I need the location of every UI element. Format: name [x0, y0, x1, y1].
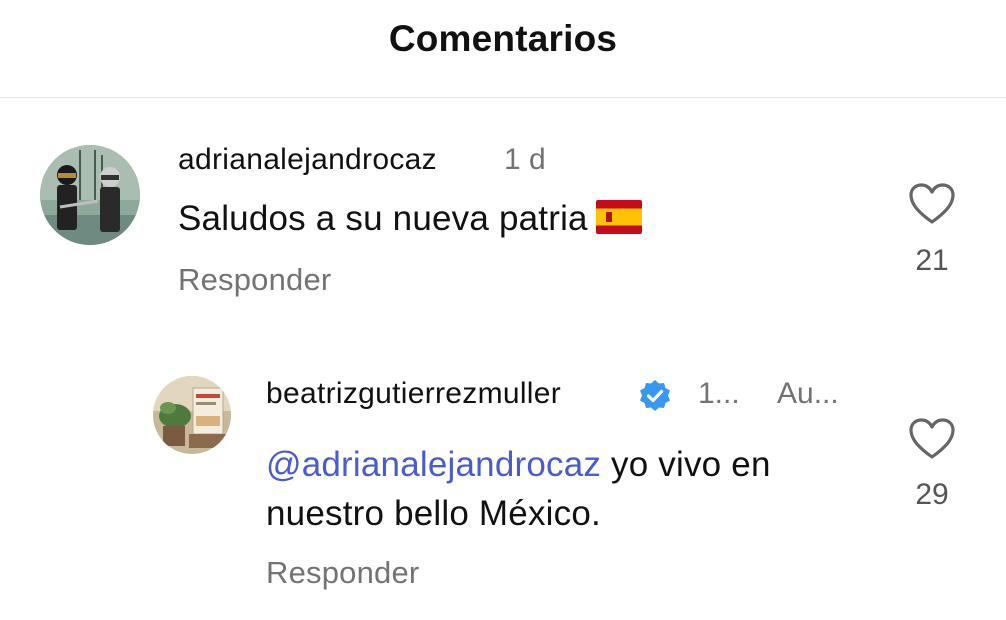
reply-text-line2: nuestro bello México. — [266, 494, 601, 533]
reply-body-part1: yo vivo en — [601, 445, 771, 484]
reply-text-line1: @adrianalejandrocaz yo vivo en — [266, 440, 771, 489]
reply-username[interactable]: beatrizgutierrezmuller — [266, 377, 561, 411]
reply-timestamp: 1... — [698, 377, 740, 410]
like-count: 21 — [915, 244, 949, 277]
books-avatar-icon — [153, 376, 231, 454]
avatar[interactable] — [153, 376, 231, 454]
spain-flag-icon — [595, 200, 642, 234]
heart-icon — [909, 418, 955, 459]
author-tag: Au... — [777, 377, 839, 410]
comment-timestamp: 1 d — [504, 143, 546, 176]
comments-header: Comentarios — [0, 0, 1006, 98]
daft-punk-avatar-icon — [40, 145, 140, 245]
comment-username[interactable]: adrianalejandrocaz — [178, 143, 437, 177]
reply-button[interactable]: Responder — [266, 555, 419, 591]
like-button[interactable] — [908, 417, 956, 461]
like-count: 29 — [915, 478, 949, 511]
comment-text: Saludos a su nueva patria — [178, 194, 642, 243]
mention-link[interactable]: @adrianalejandrocaz — [266, 445, 601, 484]
verified-badge-icon — [638, 379, 672, 413]
avatar[interactable] — [40, 145, 140, 245]
comment-body: Saludos a su nueva patria — [178, 199, 588, 238]
page-title: Comentarios — [388, 18, 618, 59]
reply-button[interactable]: Responder — [178, 262, 331, 298]
heart-icon — [909, 183, 955, 224]
like-button[interactable] — [908, 182, 956, 226]
